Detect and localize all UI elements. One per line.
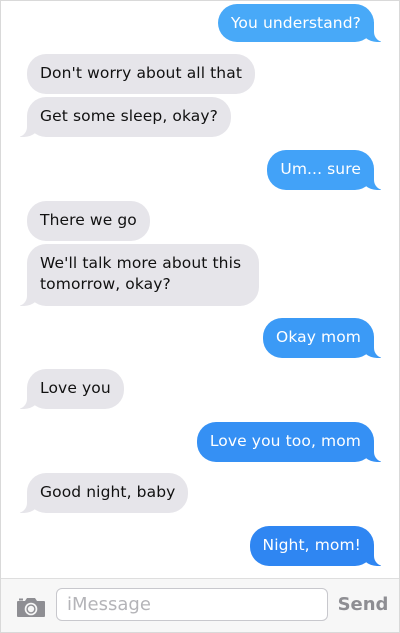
message-text: Love you too, mom	[209, 432, 361, 450]
message-text: Night, mom!	[262, 536, 361, 554]
message-text: There we go	[40, 211, 137, 229]
message-bubble-incoming: Get some sleep, okay?	[1, 97, 232, 137]
message-text: Good night, baby	[40, 483, 176, 501]
message-bubble-incoming: There we go	[27, 201, 150, 241]
message-bubble-outgoing: Um... sure	[267, 150, 399, 190]
message-bubble-incoming: Love you	[1, 369, 124, 409]
message-text: Love you	[40, 379, 111, 397]
message-text: Um... sure	[280, 160, 361, 178]
message-bubble-outgoing: You understand?	[217, 4, 399, 42]
send-button[interactable]: Send	[337, 593, 389, 617]
messages-screen: You understand? Don't worry about all th…	[0, 0, 400, 633]
message-bubble-outgoing: Love you too, mom	[196, 422, 399, 462]
message-text: We'll talk more about this tomorrow, oka…	[40, 254, 242, 293]
message-bubble-outgoing: Okay mom	[263, 318, 399, 358]
message-text: Okay mom	[276, 328, 361, 346]
message-bubble-incoming: Don't worry about all that	[27, 54, 256, 94]
message-bubble-incoming: Good night, baby	[1, 473, 189, 513]
message-text: Get some sleep, okay?	[40, 107, 219, 125]
message-input[interactable]: iMessage	[56, 588, 328, 621]
message-composer: iMessage Send	[1, 578, 399, 632]
message-bubble-outgoing: Night, mom!	[249, 526, 399, 566]
message-input-placeholder: iMessage	[67, 594, 151, 615]
message-thread: You understand? Don't worry about all th…	[1, 1, 399, 578]
message-text: You understand?	[230, 14, 361, 32]
camera-icon[interactable]	[16, 596, 46, 618]
message-bubble-incoming: We'll talk more about this tomorrow, oka…	[1, 244, 259, 306]
message-text: Don't worry about all that	[40, 64, 243, 82]
